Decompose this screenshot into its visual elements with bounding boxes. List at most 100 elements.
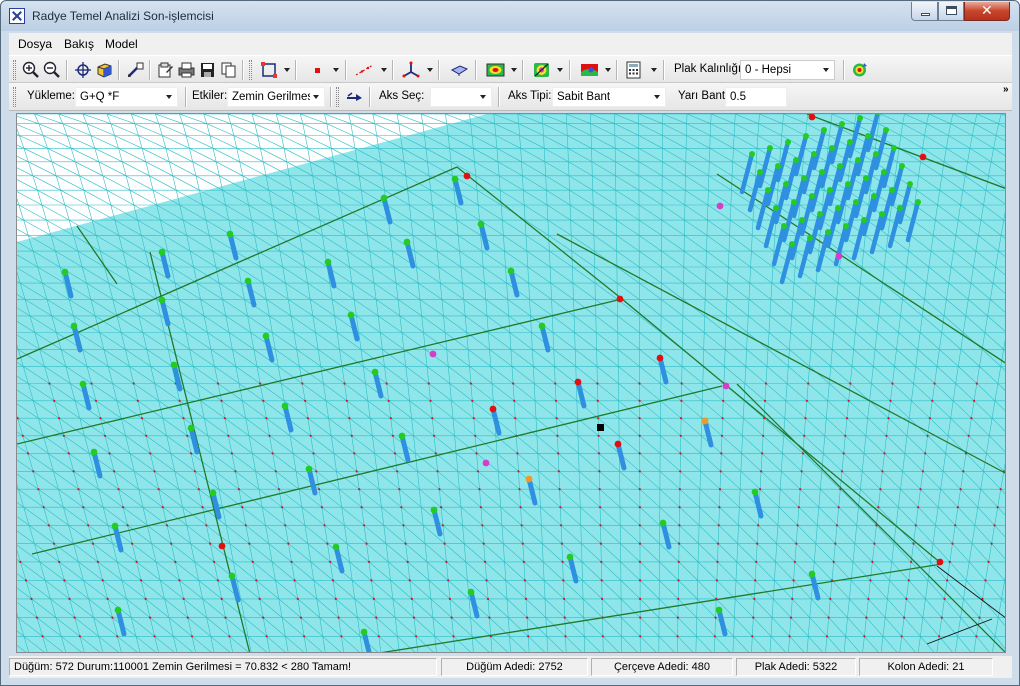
toolbar-separator [569,60,571,80]
node-display-dropdown[interactable] [331,60,340,80]
toolbar-separator [663,60,665,80]
properties-icon[interactable] [155,60,176,80]
app-icon[interactable] [9,8,25,24]
maximize-button[interactable] [938,2,964,21]
column-top-node [863,175,869,181]
menu-bakis[interactable]: Bakış [64,37,94,51]
special-node [722,382,730,390]
axes-icon[interactable] [401,60,422,80]
column-top-node [857,115,863,121]
toolbar-separator [522,60,524,80]
column-top-node [799,217,805,223]
save-icon[interactable] [197,60,218,80]
column-top-node [715,606,723,614]
column-top-node [749,151,755,157]
toolbar-separator [185,87,187,107]
axis-select[interactable] [430,87,492,107]
toolbar-separator [242,60,244,80]
column-top-node [915,199,921,205]
axes-dropdown[interactable] [425,60,434,80]
column-top-node [757,169,763,175]
column-top-node [430,506,438,514]
model-viewport[interactable] [16,113,1006,653]
close-icon: ✕ [981,3,993,19]
title-bar[interactable]: Radye Temel Analizi Son-işlemcisi ✕ [1,1,1019,31]
column-top-node [538,322,546,330]
column-top-node [839,121,845,127]
select-node-icon[interactable] [125,60,146,80]
column-top-node [789,241,795,247]
close-button[interactable]: ✕ [964,2,1010,21]
zoom-out-icon[interactable] [42,60,63,80]
node-count: Düğüm Adedi: 2752 [441,658,588,676]
calculator-dropdown[interactable] [649,60,658,80]
stress-map-icon[interactable] [531,60,552,80]
toolbar-overflow-icon[interactable]: » [1003,84,1008,95]
refresh-view-icon[interactable] [849,60,870,80]
toolbar-grip[interactable] [336,87,339,107]
calculator-icon[interactable] [623,60,644,80]
toolbar-separator [369,87,371,107]
chevron-down-icon [820,61,834,79]
column-top-node [701,417,709,425]
column-top-node [765,187,771,193]
column-top-node [305,465,313,473]
toolbar-grip[interactable] [249,60,252,80]
stress-map-dropdown[interactable] [555,60,564,80]
toolbar-grip[interactable] [13,60,16,80]
minimize-icon [921,13,930,16]
axis-arrow-icon[interactable] [344,87,365,107]
column-top-node [819,169,825,175]
column-top-node [873,151,879,157]
contour-icon[interactable] [485,60,506,80]
line-display-icon[interactable] [354,60,375,80]
column-top-node [847,139,853,145]
column-top-node [821,127,827,133]
column-top-node [835,205,841,211]
loading-select[interactable]: G+Q *F [75,87,178,107]
menu-model[interactable]: Model [105,37,138,51]
pan-crosshair-icon[interactable] [73,60,94,80]
print-icon[interactable] [176,60,197,80]
column-top-node [489,405,497,413]
column-top-node [879,211,885,217]
column-top-node [187,424,195,432]
toolbar-grip[interactable] [13,87,16,107]
deformation-icon[interactable] [579,60,600,80]
column-top-node [781,223,787,229]
column-top-node [614,440,622,448]
effects-select[interactable]: Zemin Gerilmesi [227,87,325,107]
frame-select-dropdown[interactable] [282,60,291,80]
zoom-in-icon[interactable] [21,60,42,80]
line-display-dropdown[interactable] [379,60,388,80]
toolbar-separator [843,60,845,80]
3d-box-icon[interactable] [94,60,115,80]
column-top-node [871,193,877,199]
frame-select-icon[interactable] [259,60,280,80]
menu-dosya[interactable]: Dosya [18,37,52,51]
contour-dropdown[interactable] [509,60,518,80]
plate-view-icon[interactable] [449,60,470,80]
column-top-node [817,211,823,217]
minimize-button[interactable] [911,2,938,21]
plate-thickness-select[interactable]: 0 - Hepsi [740,60,835,80]
deformation-dropdown[interactable] [603,60,612,80]
column-top-node [467,588,475,596]
half-band-input[interactable]: 0.5 [725,87,787,107]
column-top-node [398,432,406,440]
column-top-node [566,553,574,561]
node-display-icon[interactable] [307,60,328,80]
axis-type-select[interactable]: Sabit Bant [552,87,666,107]
foundation-mesh-3d-view[interactable] [17,114,1006,653]
special-node [919,153,927,161]
column-top-node [899,163,905,169]
axis-select-label: Aks Seç: [379,90,425,102]
axis-type-label: Aks Tipi: [508,90,552,102]
loading-value: G+Q *F [80,91,120,103]
column-top-node [574,378,582,386]
window-title: Radye Temel Analizi Son-işlemcisi [32,9,214,23]
copy-icon[interactable] [218,60,239,80]
column-top-node [111,522,119,530]
column-top-node [324,258,332,266]
column-top-node [825,229,831,235]
